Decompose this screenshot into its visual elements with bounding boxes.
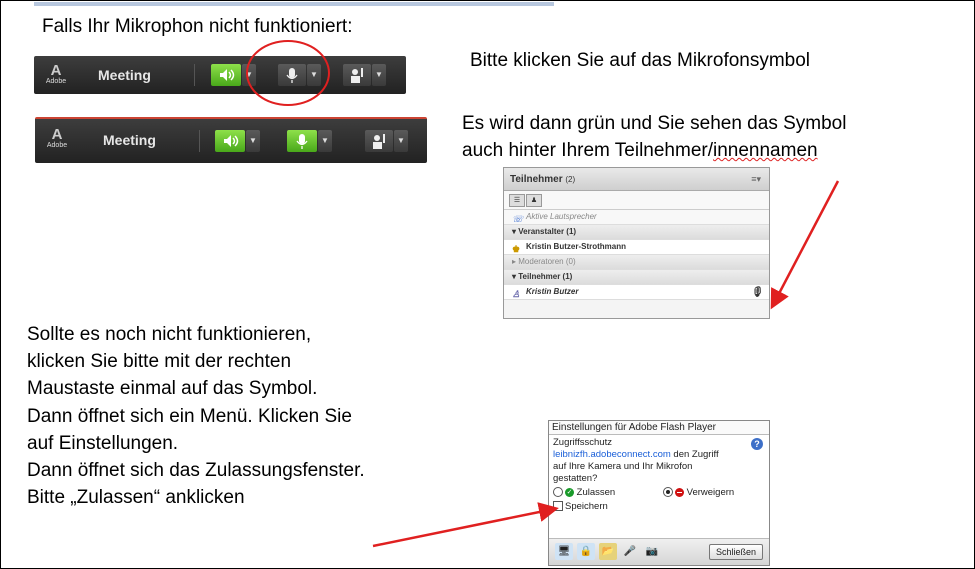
instruction-line: Sollte es noch nicht funktionieren,	[27, 324, 312, 345]
adobe-logo: A Adobe	[46, 126, 68, 149]
speaker-icon	[224, 135, 239, 147]
instruction-line: auf Einstellungen.	[27, 432, 179, 454]
allow-check-icon: ✓	[565, 487, 574, 497]
raise-hand-dropdown[interactable]: ▼	[394, 130, 408, 152]
highlight-circle	[246, 40, 330, 106]
display-tab-icon[interactable]: 🖥	[555, 543, 573, 560]
permission-options: ✓ Zulassen Verweigern	[553, 487, 765, 499]
privacy-section-label: Zugriffsschutz	[553, 437, 612, 448]
access-question-rest: den Zugriff	[670, 449, 719, 460]
microphone-button-active[interactable]	[287, 130, 317, 152]
meeting-menu[interactable]: Meeting	[103, 132, 156, 148]
raise-hand-dropdown[interactable]: ▼	[372, 64, 386, 86]
adobe-toolbar-before: A Adobe Meeting ▼ ▼ ▼	[34, 56, 406, 94]
remember-option[interactable]: Speichern	[553, 501, 765, 513]
adobe-toolbar-after: A Adobe Meeting ▼ ▼ ▼	[35, 117, 427, 163]
section-presenters[interactable]: ▸ Moderatoren (0)	[504, 255, 769, 270]
participants-panel: Teilnehmer (2) ≡▾ ☰ ♟ ☏ Aktive Lautsprec…	[503, 167, 770, 319]
allow-radio[interactable]	[553, 487, 563, 498]
access-question-line2: auf Ihre Kamera und Ihr Mikrofon	[553, 461, 693, 472]
flash-dialog-title: Einstellungen für Adobe Flash Player	[549, 421, 769, 435]
deny-radio[interactable]	[663, 487, 673, 498]
instruction-line: Dann öffnet sich ein Menü. Klicken Sie	[27, 405, 352, 427]
step2-text: Es wird dann grün und Sie sehen das Symb…	[462, 110, 846, 164]
privacy-tab-icon[interactable]: 🔒	[577, 543, 595, 560]
flash-dialog-body: Zugriffsschutz leibnizfh.adobeconnect.co…	[549, 435, 769, 515]
section-participants[interactable]: ▾ Teilnehmer (1)	[504, 270, 769, 285]
host-row[interactable]: ♚ Kristin Butzer-Strothmann	[504, 240, 769, 255]
step2-line2-b: innennamen	[713, 140, 818, 161]
host-icon: ♚	[512, 244, 521, 254]
active-speakers-row: ☏ Aktive Lautsprecher	[504, 210, 769, 225]
close-button[interactable]: Schließen	[708, 544, 763, 560]
access-question: leibnizfh.adobeconnect.com den Zugriff	[553, 449, 765, 461]
deny-label: Verweigern	[686, 487, 735, 498]
instruction-line: Dann öffnet sich das Zulassungsfenster.	[27, 460, 365, 482]
participant-name: Kristin Butzer	[526, 287, 579, 296]
raise-hand-icon	[373, 134, 385, 149]
participant-row[interactable]: ♙ Kristin Butzer 🎙	[504, 285, 769, 300]
flash-settings-dialog: Einstellungen für Adobe Flash Player ? Z…	[548, 420, 770, 566]
participant-microphone-icon[interactable]: 🎙	[750, 286, 763, 300]
instruction-line: Bitte „Zulassen“ anklicken	[27, 487, 245, 509]
raise-hand-button[interactable]	[343, 64, 371, 86]
remember-checkbox[interactable]	[553, 501, 563, 512]
panel-header: Teilnehmer (2) ≡▾	[504, 168, 769, 191]
microphone-dropdown[interactable]: ▼	[318, 130, 332, 152]
deny-option[interactable]: Verweigern	[663, 487, 734, 499]
attendee-view-icon[interactable]: ♟	[526, 194, 542, 207]
allow-label: Zulassen	[576, 487, 616, 498]
panel-menu-icon[interactable]: ≡▾	[751, 174, 761, 185]
top-accent-line	[34, 2, 554, 6]
storage-tab-icon[interactable]: 📂	[599, 543, 617, 560]
step2-line1: Es wird dann grün und Sie sehen das Symb…	[462, 113, 847, 134]
speaker-status-icon: ☏	[512, 214, 524, 224]
adobe-logo-text: Adobe	[46, 142, 68, 149]
step1-text: Bitte klicken Sie auf das Mikrofonsymbol	[470, 50, 811, 71]
access-question-line3: gestatten?	[553, 473, 598, 484]
active-speakers-label: Aktive Lautsprecher	[526, 212, 597, 221]
raise-hand-icon	[351, 68, 363, 83]
section-hosts-label: Veranstalter (1)	[518, 227, 577, 236]
toolbar-divider	[194, 64, 195, 86]
raise-hand-button[interactable]	[365, 130, 393, 152]
participant-icon: ♙	[512, 289, 521, 299]
panel-toolbar: ☰ ♟	[504, 191, 769, 210]
remember-label: Speichern	[565, 501, 608, 512]
microphone-icon	[296, 134, 308, 149]
panel-title-text: Teilnehmer	[510, 174, 563, 185]
meeting-menu[interactable]: Meeting	[98, 67, 151, 83]
toolbar-divider	[199, 130, 200, 152]
site-link[interactable]: leibnizfh.adobeconnect.com	[553, 449, 671, 460]
step2-line2-a: auch hinter Ihrem Teilnehmer/	[462, 140, 713, 161]
adobe-logo: A Adobe	[45, 62, 67, 85]
section-participants-label: Teilnehmer (1)	[518, 272, 573, 281]
slide-heading: Falls Ihr Mikrophon nicht funktioniert:	[42, 16, 353, 37]
list-view-icon[interactable]: ☰	[509, 194, 525, 207]
adobe-logo-text: Adobe	[45, 78, 67, 85]
allow-option[interactable]: ✓ Zulassen	[553, 487, 615, 499]
camera-tab-icon[interactable]: 📷	[643, 543, 661, 560]
speaker-icon	[220, 69, 235, 81]
speaker-dropdown[interactable]: ▼	[246, 130, 260, 152]
speaker-button[interactable]	[215, 130, 245, 152]
panel-title: Teilnehmer (2)	[510, 174, 575, 185]
instructions-block: Sollte es noch nicht funktionieren, klic…	[27, 321, 365, 511]
host-name: Kristin Butzer-Strothmann	[526, 242, 626, 251]
help-icon[interactable]: ?	[751, 438, 763, 450]
speaker-button[interactable]	[211, 64, 241, 86]
panel-count: (2)	[565, 175, 576, 184]
deny-icon	[675, 487, 684, 497]
microphone-tab-icon[interactable]: 🎤	[621, 543, 639, 560]
section-hosts[interactable]: ▾ Veranstalter (1)	[504, 225, 769, 240]
instruction-line: klicken Sie bitte mit der rechten	[27, 351, 292, 373]
instruction-line: Maustaste einmal auf das Symbol.	[27, 378, 318, 400]
step2-line2: auch hinter Ihrem Teilnehmer/innennamen	[462, 137, 846, 164]
section-presenters-label: Moderatoren (0)	[518, 257, 576, 266]
flash-tab-bar: 🖥 🔒 📂 🎤 📷 Schließen	[549, 538, 769, 565]
